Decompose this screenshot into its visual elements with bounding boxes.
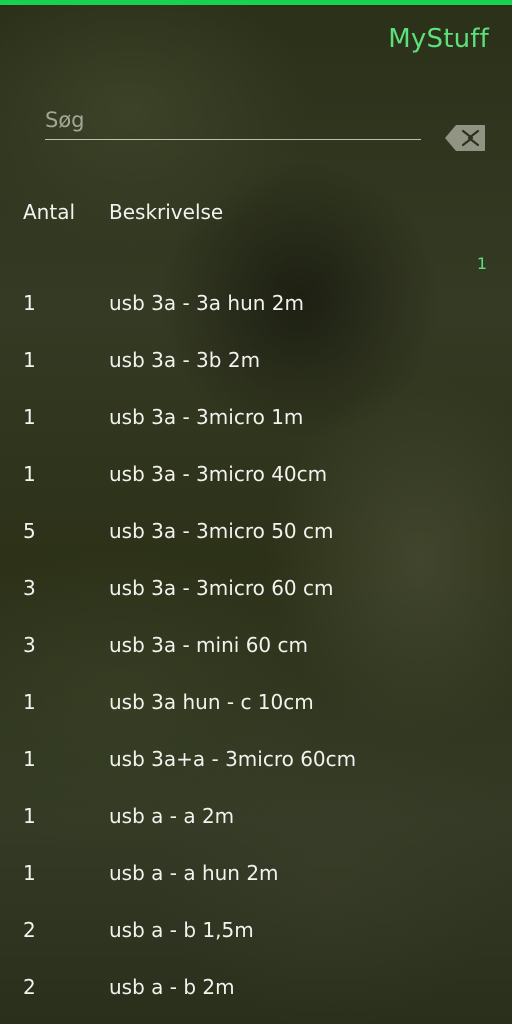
table-header: Antal Beskrivelse: [0, 200, 512, 230]
list-item[interactable]: 3 usb 3a - 3micro 60 cm: [0, 560, 512, 617]
list-item[interactable]: 2 usb a - b 2m: [0, 959, 512, 1016]
item-quantity: 1: [23, 861, 36, 885]
item-description: usb a - b 1,5m: [109, 918, 254, 942]
item-quantity: 1: [23, 462, 36, 486]
item-description: usb 3a - 3micro 40cm: [109, 462, 328, 486]
list-item[interactable]: 2 usb a - b 1,5m: [0, 902, 512, 959]
item-quantity: 1: [23, 348, 36, 372]
item-description: usb 3a - 3micro 50 cm: [109, 519, 334, 543]
list-item[interactable]: 1 usb 3a - 3micro 1m: [0, 389, 512, 446]
item-list: 1 usb 3a - 3a hun 2m 1 usb 3a - 3b 2m 1 …: [0, 275, 512, 1016]
item-description: usb 3a - 3micro 1m: [109, 405, 304, 429]
app-title: MyStuff: [388, 24, 489, 54]
item-description: usb a - a hun 2m: [109, 861, 279, 885]
header-description: Beskrivelse: [109, 200, 224, 224]
item-description: usb 3a - 3a hun 2m: [109, 291, 304, 315]
section-count: 1: [476, 254, 487, 273]
item-quantity: 1: [23, 405, 36, 429]
item-description: usb 3a - mini 60 cm: [109, 633, 308, 657]
item-description: usb a - b 2m: [109, 975, 235, 999]
item-quantity: 3: [23, 576, 36, 600]
item-description: usb 3a hun - c 10cm: [109, 690, 314, 714]
item-quantity: 3: [23, 633, 36, 657]
item-quantity: 1: [23, 690, 36, 714]
list-item[interactable]: 1 usb a - a 2m: [0, 788, 512, 845]
header-quantity: Antal: [23, 200, 76, 224]
list-item[interactable]: 1 usb 3a - 3micro 40cm: [0, 446, 512, 503]
list-item[interactable]: 1 usb 3a - 3a hun 2m: [0, 275, 512, 332]
item-description: usb a - a 2m: [109, 804, 235, 828]
clear-search-button[interactable]: [444, 124, 486, 152]
item-quantity: 1: [23, 291, 36, 315]
list-item[interactable]: 1 usb 3a hun - c 10cm: [0, 674, 512, 731]
item-description: usb 3a - 3b 2m: [109, 348, 261, 372]
list-item[interactable]: 3 usb 3a - mini 60 cm: [0, 617, 512, 674]
item-description: usb 3a+a - 3micro 60cm: [109, 747, 357, 771]
list-item[interactable]: 1 usb 3a - 3b 2m: [0, 332, 512, 389]
item-quantity: 1: [23, 747, 36, 771]
item-description: usb 3a - 3micro 60 cm: [109, 576, 334, 600]
item-quantity: 2: [23, 975, 36, 999]
search-input[interactable]: [45, 104, 421, 140]
top-accent-bar: [0, 0, 512, 5]
list-item[interactable]: 1 usb 3a+a - 3micro 60cm: [0, 731, 512, 788]
item-quantity: 1: [23, 804, 36, 828]
item-quantity: 5: [23, 519, 36, 543]
list-item[interactable]: 1 usb a - a hun 2m: [0, 845, 512, 902]
list-item[interactable]: 5 usb 3a - 3micro 50 cm: [0, 503, 512, 560]
backspace-clear-icon: [445, 125, 485, 151]
item-quantity: 2: [23, 918, 36, 942]
